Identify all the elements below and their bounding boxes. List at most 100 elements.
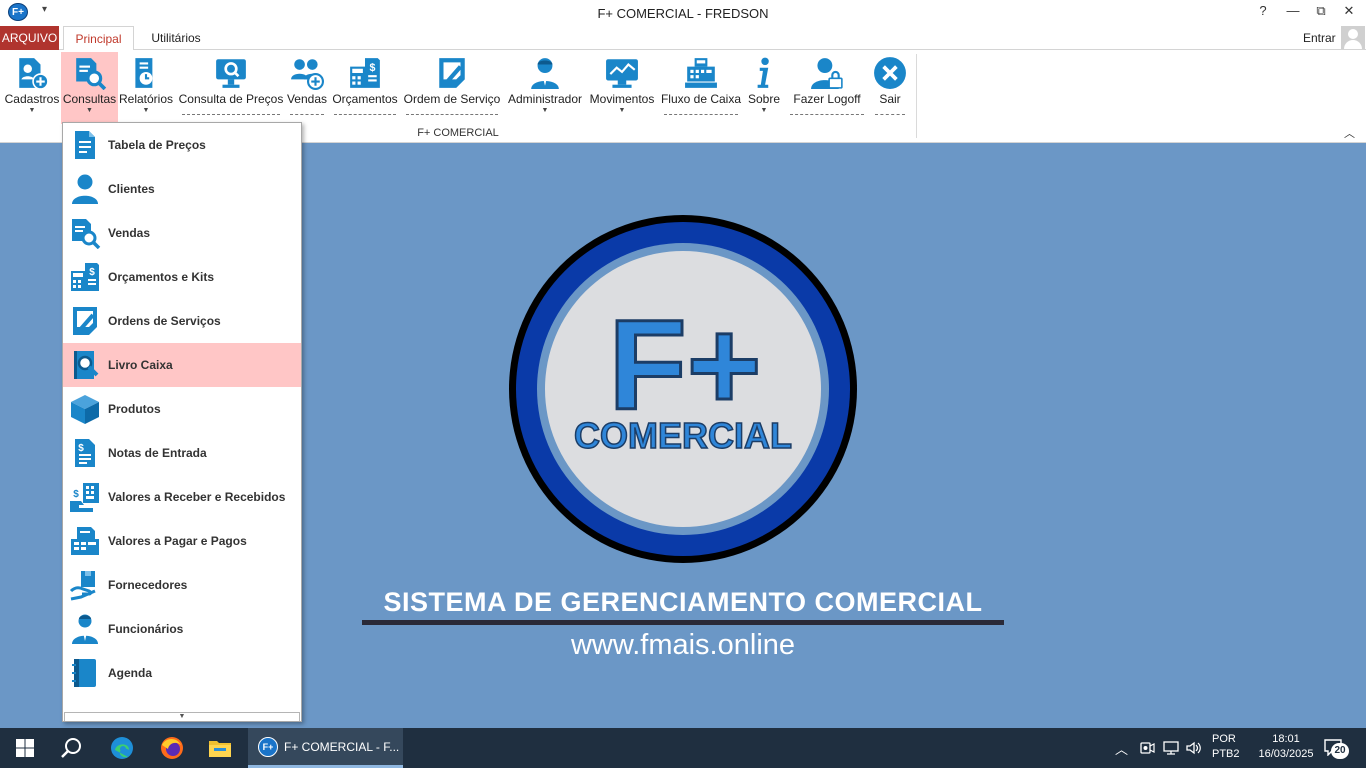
edge-browser-icon[interactable]	[110, 736, 134, 760]
help-button[interactable]: ?	[1250, 3, 1276, 21]
ribbon-vendas-button[interactable]: Vendas	[286, 52, 328, 124]
language-code: POR	[1212, 733, 1236, 745]
meet-now-icon[interactable]	[1139, 740, 1155, 756]
employee-icon	[69, 613, 101, 645]
box-icon	[69, 393, 101, 425]
calculator-money-icon	[348, 56, 382, 90]
payables-icon	[69, 525, 101, 557]
report-clock-icon	[129, 56, 163, 90]
language-indicator[interactable]: POR PTB2	[1212, 733, 1240, 760]
chevron-down-icon: ▼	[86, 107, 93, 114]
ribbon-label: Consultas	[62, 92, 117, 106]
file-explorer-icon[interactable]	[208, 736, 232, 760]
ribbon-sobre-button[interactable]: Sobre ▼	[744, 52, 784, 124]
taskbar-app-fmais[interactable]: F+ F+ COMERCIAL - F...	[248, 728, 403, 768]
sign-in-link[interactable]: Entrar	[1303, 31, 1336, 45]
menu-item-label: Valores a Pagar e Pagos	[108, 534, 247, 548]
menu-item-ordens-servicos[interactable]: Ordens de Serviços	[63, 299, 301, 343]
ribbon-label: Relatórios	[118, 92, 174, 106]
menu-item-funcionarios[interactable]: Funcionários	[63, 607, 301, 651]
ribbon-label: Vendas	[286, 92, 328, 106]
tab-principal[interactable]: Principal	[63, 26, 134, 51]
menu-item-label: Orçamentos e Kits	[108, 270, 215, 284]
menu-item-label: Produtos	[108, 402, 161, 416]
ribbon-orcamentos-button[interactable]: Orçamentos	[330, 52, 400, 124]
ribbon-label: Sair	[879, 92, 901, 106]
info-icon	[747, 56, 781, 90]
firefox-icon[interactable]	[160, 736, 184, 760]
chevron-down-icon: ▼	[142, 107, 150, 114]
chevron-down-icon: ▼	[618, 107, 626, 114]
ribbon-ordem-servico-button[interactable]: Ordem de Serviço	[402, 52, 502, 124]
tab-arquivo[interactable]: ARQUIVO	[0, 26, 59, 50]
service-order-icon	[69, 305, 101, 337]
menu-item-agenda[interactable]: Agenda	[63, 651, 301, 695]
close-button[interactable]: ✕	[1336, 3, 1362, 21]
ribbon-label: Administrador	[507, 92, 583, 106]
network-icon[interactable]	[1162, 740, 1180, 756]
taskbar-app-label: F+ COMERCIAL - F...	[284, 740, 400, 754]
menu-item-notas-entrada[interactable]: Notas de Entrada	[63, 431, 301, 475]
ribbon-label: Orçamentos	[332, 92, 398, 106]
ribbon-logoff-button[interactable]: Fazer Logoff	[786, 52, 868, 124]
clock[interactable]: 18:01 16/03/2025	[1248, 733, 1324, 760]
ribbon-label: Fluxo de Caixa	[660, 92, 742, 106]
windows-start-icon[interactable]	[13, 736, 37, 760]
user-add-document-icon	[15, 56, 49, 90]
tab-utilitarios[interactable]: Utilitários	[140, 26, 212, 50]
ribbon-cadastros-button[interactable]: Cadastros ▼	[3, 52, 61, 124]
ribbon-label: Ordem de Serviço	[403, 92, 501, 106]
menu-item-orcamentos-kits[interactable]: Orçamentos e Kits	[63, 255, 301, 299]
windows-taskbar: F+ F+ COMERCIAL - F... ︿ POR PTB2 18:01 …	[0, 728, 1366, 768]
ribbon-administrador-button[interactable]: Administrador ▼	[505, 52, 585, 124]
title-underline	[362, 620, 1004, 625]
logo-sub-text: COMERCIAL	[574, 415, 792, 456]
search-icon[interactable]	[60, 736, 84, 760]
ribbon-consulta-precos-button[interactable]: Consulta de Preços	[178, 52, 284, 124]
menu-item-valores-receber[interactable]: Valores a Receber e Recebidos	[63, 475, 301, 519]
show-hidden-icons-icon[interactable]: ︿	[1115, 739, 1128, 758]
menu-item-label: Valores a Receber e Recebidos	[108, 490, 286, 504]
ribbon-fluxo-caixa-button[interactable]: Fluxo de Caixa	[660, 52, 742, 124]
ledger-search-icon	[69, 349, 101, 381]
chart-monitor-icon	[605, 56, 639, 90]
ribbon-movimentos-button[interactable]: Movimentos ▼	[586, 52, 658, 124]
ribbon-label: Consulta de Preços	[178, 92, 284, 106]
ribbon-sair-button[interactable]: Sair	[871, 52, 909, 124]
fmais-logo: F+ COMERCIAL	[509, 215, 857, 563]
ribbon-tabs: ARQUIVO Principal Utilitários Entrar	[0, 25, 1366, 51]
avatar[interactable]	[1341, 26, 1365, 49]
title-bar: F+ ▾ F+ COMERCIAL - FREDSON ? — ⧉ ✕	[0, 0, 1366, 25]
close-circle-icon	[873, 56, 907, 90]
administrator-icon	[528, 56, 562, 90]
chevron-down-icon: ▼	[28, 107, 36, 114]
ribbon-label: Fazer Logoff	[793, 92, 861, 106]
volume-icon[interactable]	[1185, 740, 1203, 756]
menu-item-clientes[interactable]: Clientes	[63, 167, 301, 211]
document-search-icon	[69, 217, 101, 249]
minimize-button[interactable]: —	[1280, 3, 1306, 21]
notifications-button[interactable]: 20	[1323, 738, 1351, 760]
supplier-icon	[69, 569, 101, 601]
window-title: F+ COMERCIAL - FREDSON	[597, 6, 769, 21]
menu-item-label: Notas de Entrada	[108, 446, 207, 460]
cash-register-icon	[684, 56, 718, 90]
menu-item-fornecedores[interactable]: Fornecedores	[63, 563, 301, 607]
chevron-down-icon: ▼	[760, 107, 768, 114]
ribbon-consultas-button[interactable]: Consultas ▼	[61, 52, 118, 124]
fmais-app-icon: F+	[258, 737, 278, 757]
ribbon-relatorios-button[interactable]: Relatórios ▼	[118, 52, 174, 124]
restore-button[interactable]: ⧉	[1308, 3, 1334, 21]
clock-date: 16/03/2025	[1258, 748, 1314, 760]
menu-item-produtos[interactable]: Produtos	[63, 387, 301, 431]
menu-item-label: Tabela de Preços	[108, 138, 206, 152]
menu-item-livro-caixa[interactable]: Livro Caixa	[63, 343, 301, 387]
menu-item-valores-pagar[interactable]: Valores a Pagar e Pagos	[63, 519, 301, 563]
collapse-ribbon-icon[interactable]: ︿	[1344, 125, 1355, 141]
dropdown-scroll-down-button[interactable]: ▼	[64, 712, 300, 721]
receivables-icon	[69, 481, 101, 513]
notification-count-badge: 20	[1331, 743, 1349, 759]
menu-item-tabela-precos[interactable]: Tabela de Preços	[63, 123, 301, 167]
menu-item-vendas[interactable]: Vendas	[63, 211, 301, 255]
menu-item-label: Livro Caixa	[108, 358, 173, 372]
